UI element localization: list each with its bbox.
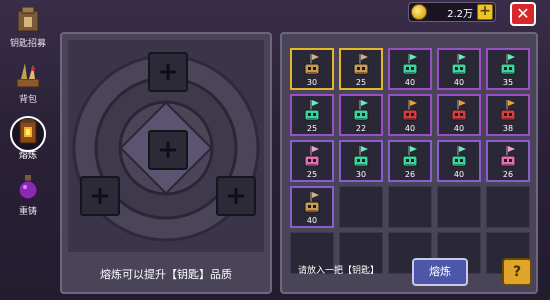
plus-icon: + xyxy=(157,57,179,87)
key-inventory-slot[interactable]: 40 xyxy=(437,94,481,136)
smelt-area: + + + + xyxy=(68,40,264,252)
empty-inventory-slot[interactable] xyxy=(339,186,383,228)
key-level: 35 xyxy=(502,78,514,87)
key-level: 40 xyxy=(306,216,318,225)
help-button[interactable]: ? xyxy=(502,258,532,286)
key-level: 25 xyxy=(306,170,318,179)
key-inventory-slot[interactable]: 40 xyxy=(290,186,334,228)
furnace-icon xyxy=(14,116,42,146)
key-icon xyxy=(500,146,516,167)
key-inventory-slot[interactable]: 30 xyxy=(339,140,383,182)
key-inventory-slot[interactable]: 25 xyxy=(290,140,334,182)
key-level: 40 xyxy=(453,170,465,179)
key-icon xyxy=(304,192,320,213)
key-inventory-slot[interactable]: 35 xyxy=(486,48,530,90)
key-level: 40 xyxy=(453,124,465,133)
key-inventory-slot[interactable]: 26 xyxy=(486,140,530,182)
result-slot-center[interactable]: + xyxy=(148,130,188,170)
tab-recast[interactable]: 重铸 xyxy=(6,170,50,224)
key-icon xyxy=(451,54,467,75)
ingredient-slot-left[interactable]: + xyxy=(80,176,120,216)
tab-backpack[interactable]: 背包 xyxy=(6,58,50,112)
key-inventory-slot[interactable]: 40 xyxy=(388,48,432,90)
key-inventory-slot[interactable]: 40 xyxy=(437,48,481,90)
key-inventory-slot[interactable]: 25 xyxy=(339,48,383,90)
ingredient-slot-top[interactable]: + xyxy=(148,52,188,92)
tab-label: 重铸 xyxy=(18,207,37,217)
key-level: 30 xyxy=(355,170,367,179)
smelt-caption: 熔炼可以提升【钥匙】品质 xyxy=(100,268,232,281)
weapon-rack-icon xyxy=(14,60,42,90)
key-inventory-slot[interactable]: 30 xyxy=(290,48,334,90)
key-icon xyxy=(304,54,320,75)
plus-icon: + xyxy=(157,135,179,165)
key-inventory-slot[interactable]: 26 xyxy=(388,140,432,182)
tab-key-recruit[interactable]: 钥匙招募 xyxy=(6,2,50,56)
empty-inventory-slot[interactable] xyxy=(437,186,481,228)
close-button[interactable]: ✕ xyxy=(510,2,536,26)
gold-coin-icon xyxy=(411,4,427,20)
key-icon xyxy=(451,100,467,121)
key-icon xyxy=(353,100,369,121)
key-level: 25 xyxy=(355,78,367,87)
tab-label: 背包 xyxy=(18,95,37,105)
key-icon xyxy=(451,146,467,167)
key-level: 22 xyxy=(355,124,367,133)
key-icon xyxy=(304,100,320,121)
add-gold-button[interactable]: + xyxy=(477,4,493,20)
key-icon xyxy=(353,54,369,75)
insert-key-hint: 请放入一把【钥匙】 xyxy=(298,266,380,276)
altar-icon xyxy=(14,4,42,34)
key-level: 38 xyxy=(502,124,514,133)
key-icon xyxy=(500,54,516,75)
key-level: 30 xyxy=(306,78,318,87)
key-level: 25 xyxy=(306,124,318,133)
key-inventory-slot[interactable]: 25 xyxy=(290,94,334,136)
smelt-panel: + + + + 熔炼可以提升【钥匙】品质 xyxy=(60,32,272,294)
plus-icon: + xyxy=(225,181,247,211)
gold-currency-display: 2.2万 + xyxy=(408,2,496,22)
key-icon xyxy=(500,100,516,121)
key-icon xyxy=(304,146,320,167)
empty-inventory-slot[interactable] xyxy=(388,186,432,228)
key-level: 26 xyxy=(404,170,416,179)
key-level: 40 xyxy=(404,78,416,87)
gold-amount: 2.2万 xyxy=(447,8,473,20)
key-inventory-slot[interactable]: 40 xyxy=(437,140,481,182)
key-inventory-panel: 30 25 40 40 35 25 22 40 40 38 25 30 26 40 26 40 请放入一把【钥… xyxy=(280,32,538,294)
key-icon xyxy=(402,100,418,121)
key-level: 40 xyxy=(404,124,416,133)
key-icon xyxy=(402,146,418,167)
empty-inventory-slot[interactable] xyxy=(486,186,530,228)
tab-smelt[interactable]: 熔炼 xyxy=(6,114,50,168)
smelt-button[interactable]: 熔炼 xyxy=(412,258,468,286)
ingredient-slot-right[interactable]: + xyxy=(216,176,256,216)
key-inventory-slot[interactable]: 40 xyxy=(388,94,432,136)
inventory-grid: 30 25 40 40 35 25 22 40 40 38 25 30 26 40 26 40 xyxy=(290,48,530,274)
key-inventory-slot[interactable]: 22 xyxy=(339,94,383,136)
plus-icon: + xyxy=(89,181,111,211)
tab-label: 熔炼 xyxy=(18,151,37,161)
key-icon xyxy=(402,54,418,75)
key-inventory-slot[interactable]: 38 xyxy=(486,94,530,136)
key-icon xyxy=(353,146,369,167)
tab-label: 钥匙招募 xyxy=(9,39,46,49)
key-level: 26 xyxy=(502,170,514,179)
potion-icon xyxy=(14,172,42,202)
key-level: 40 xyxy=(453,78,465,87)
